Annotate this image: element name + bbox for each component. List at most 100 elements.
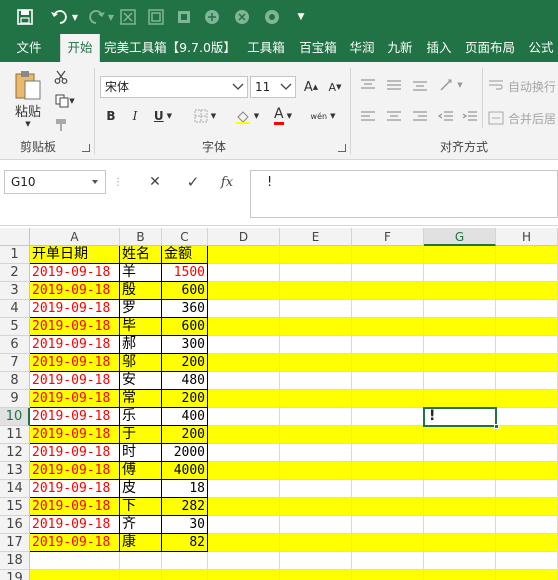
tab-jiuxin[interactable]: 九新 — [382, 34, 418, 62]
cell-b12[interactable]: 时 — [120, 444, 162, 462]
bold-button[interactable]: B — [102, 106, 120, 126]
select-all-button[interactable] — [0, 228, 30, 246]
cell-c9[interactable]: 200 — [162, 390, 208, 408]
tab-insert[interactable]: 插入 — [420, 34, 458, 62]
cell-b8[interactable]: 安 — [120, 372, 162, 390]
cell-e3[interactable] — [280, 282, 352, 300]
cell-e12[interactable] — [280, 444, 352, 462]
cell-h15[interactable] — [496, 498, 558, 516]
cell-d8[interactable] — [208, 372, 280, 390]
cell-f10[interactable] — [352, 408, 424, 426]
increase-font-size-icon[interactable]: A ▲ — [302, 76, 320, 98]
row-header-7[interactable]: 7 — [0, 354, 30, 372]
customize-qat-icon[interactable]: ▼ — [294, 7, 308, 27]
cell-a5[interactable]: 2019-09-18 — [30, 318, 120, 336]
cell-g2[interactable] — [424, 264, 496, 282]
cell-g14[interactable] — [424, 480, 496, 498]
row-header-8[interactable]: 8 — [0, 372, 30, 390]
cell-b19[interactable] — [120, 570, 162, 580]
cell-h13[interactable] — [496, 462, 558, 480]
redo-icon[interactable] — [86, 7, 108, 27]
cell-f13[interactable] — [352, 462, 424, 480]
tab-formulas[interactable]: 公式 — [524, 34, 558, 62]
column-header-f[interactable]: F — [352, 228, 424, 246]
cell-c6[interactable]: 300 — [162, 336, 208, 354]
cell-e2[interactable] — [280, 264, 352, 282]
font-launcher-icon[interactable] — [338, 144, 346, 152]
font-color-icon[interactable]: A ▼ — [268, 106, 298, 126]
cell-e9[interactable] — [280, 390, 352, 408]
cell-a13[interactable]: 2019-09-18 — [30, 462, 120, 480]
cell-f16[interactable] — [352, 516, 424, 534]
cell-d14[interactable] — [208, 480, 280, 498]
cell-a9[interactable]: 2019-09-18 — [30, 390, 120, 408]
cell-d6[interactable] — [208, 336, 280, 354]
cell-f3[interactable] — [352, 282, 424, 300]
cell-a15[interactable]: 2019-09-18 — [30, 498, 120, 516]
cell-d3[interactable] — [208, 282, 280, 300]
cell-g4[interactable] — [424, 300, 496, 318]
italic-button[interactable]: I — [126, 106, 144, 126]
cell-c18[interactable] — [162, 552, 208, 570]
toolbox-icon-2[interactable] — [146, 7, 166, 27]
row-header-15[interactable]: 15 — [0, 498, 30, 516]
cell-a17[interactable]: 2019-09-18 — [30, 534, 120, 552]
align-right-icon[interactable] — [410, 108, 430, 126]
save-icon[interactable] — [14, 7, 36, 27]
cell-g5[interactable] — [424, 318, 496, 336]
toolbox-icon-6[interactable] — [262, 7, 282, 27]
cell-a18[interactable] — [30, 552, 120, 570]
cell-b16[interactable]: 齐 — [120, 516, 162, 534]
toolbox-icon-5[interactable] — [232, 7, 252, 27]
row-header-3[interactable]: 3 — [0, 282, 30, 300]
font-name-select[interactable]: 宋体 — [100, 76, 248, 98]
column-header-b[interactable]: B — [120, 228, 162, 246]
cell-a14[interactable]: 2019-09-18 — [30, 480, 120, 498]
cell-a7[interactable]: 2019-09-18 — [30, 354, 120, 372]
cell-h5[interactable] — [496, 318, 558, 336]
cell-c14[interactable]: 18 — [162, 480, 208, 498]
column-header-h[interactable]: H — [496, 228, 558, 246]
cell-f6[interactable] — [352, 336, 424, 354]
copy-icon[interactable]: ▼ — [52, 92, 78, 110]
tab-toolbox[interactable]: 工具箱 — [242, 34, 290, 62]
cell-c17[interactable]: 82 — [162, 534, 208, 552]
increase-indent-icon[interactable] — [460, 108, 480, 126]
cell-b9[interactable]: 常 — [120, 390, 162, 408]
cell-a6[interactable]: 2019-09-18 — [30, 336, 120, 354]
cell-e6[interactable] — [280, 336, 352, 354]
cell-c16[interactable]: 30 — [162, 516, 208, 534]
cell-h4[interactable] — [496, 300, 558, 318]
align-top-icon[interactable] — [358, 76, 378, 94]
cell-g8[interactable] — [424, 372, 496, 390]
tab-huarun[interactable]: 华润 — [344, 34, 380, 62]
cell-b1[interactable]: 姓名 — [120, 246, 162, 264]
cell-g1[interactable] — [424, 246, 496, 264]
name-box[interactable]: G10 — [4, 170, 106, 194]
row-header-6[interactable]: 6 — [0, 336, 30, 354]
cell-c8[interactable]: 480 — [162, 372, 208, 390]
cell-e15[interactable] — [280, 498, 352, 516]
cell-f11[interactable] — [352, 426, 424, 444]
cell-f1[interactable] — [352, 246, 424, 264]
cell-h3[interactable] — [496, 282, 558, 300]
column-header-e[interactable]: E — [280, 228, 352, 246]
cell-d15[interactable] — [208, 498, 280, 516]
cell-b17[interactable]: 康 — [120, 534, 162, 552]
cell-c7[interactable]: 200 — [162, 354, 208, 372]
cell-f5[interactable] — [352, 318, 424, 336]
cell-a8[interactable]: 2019-09-18 — [30, 372, 120, 390]
row-header-2[interactable]: 2 — [0, 264, 30, 282]
merge-center-button[interactable]: 合并后居 — [488, 108, 558, 128]
cell-b3[interactable]: 殷 — [120, 282, 162, 300]
cell-e19[interactable] — [280, 570, 352, 580]
paste-button[interactable]: 粘贴 ▼ — [10, 68, 46, 128]
cell-h1[interactable] — [496, 246, 558, 264]
row-header-14[interactable]: 14 — [0, 480, 30, 498]
cell-c10[interactable]: 400 — [162, 408, 208, 426]
toolbox-icon-4[interactable] — [202, 7, 222, 27]
cell-e5[interactable] — [280, 318, 352, 336]
fill-color-icon[interactable]: ▼ — [232, 106, 262, 126]
row-header-5[interactable]: 5 — [0, 318, 30, 336]
cell-b15[interactable]: 下 — [120, 498, 162, 516]
